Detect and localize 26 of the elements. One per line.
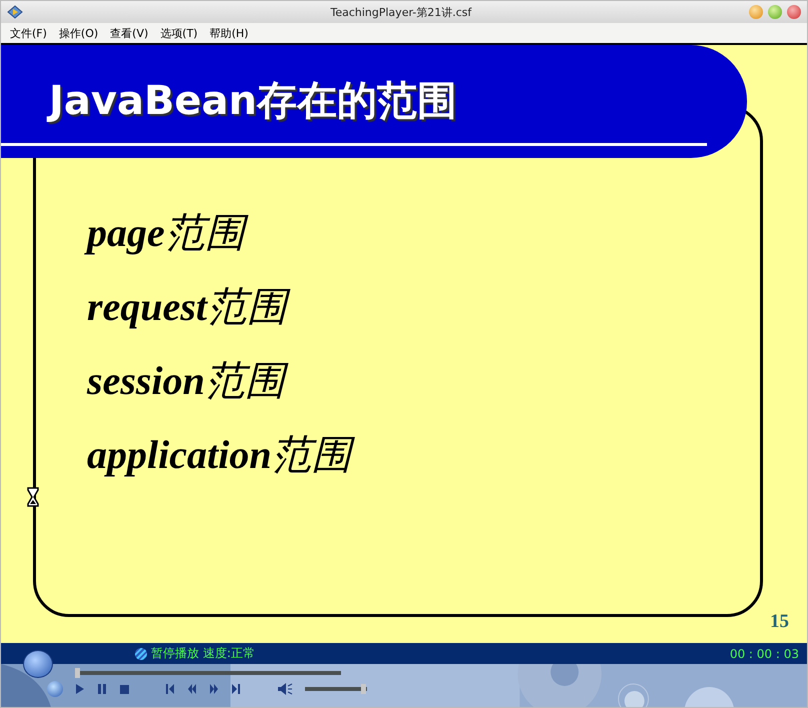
bullet-text: session范围 (87, 356, 807, 406)
rewind-icon[interactable] (187, 683, 197, 695)
time-display: 00 : 00 : 03 (730, 646, 799, 660)
pause-icon[interactable] (97, 683, 107, 695)
menu-item[interactable]: 操作(O) (58, 26, 98, 40)
bullet-text: application范围 (87, 430, 807, 480)
menu-item[interactable]: 选项(T) (160, 26, 198, 40)
status-icon (135, 648, 147, 660)
seek-slider[interactable] (75, 671, 341, 675)
volume-slider[interactable] (305, 687, 367, 691)
menu-item[interactable]: 帮助(H) (210, 26, 248, 40)
menu-item[interactable]: 查看(V) (110, 26, 148, 40)
page-number: 15 (770, 611, 789, 633)
close-button[interactable] (787, 5, 801, 19)
next-icon[interactable] (231, 683, 241, 695)
fast-forward-icon[interactable] (209, 683, 219, 695)
speaker-icon[interactable] (277, 682, 293, 696)
slide-title: JavaBean存在的范围 (49, 73, 458, 128)
previous-icon[interactable] (165, 683, 175, 695)
play-icon[interactable] (75, 683, 85, 695)
app-icon (7, 5, 23, 19)
menu-item[interactable]: 文件(F) (10, 26, 47, 40)
stop-icon[interactable] (119, 683, 129, 695)
playback-status: 暂停播放 速度:正常 (151, 645, 255, 662)
bullet-text: request范围 (87, 282, 807, 332)
window-title: TeachingPlayer-第21讲.csf (329, 4, 473, 20)
